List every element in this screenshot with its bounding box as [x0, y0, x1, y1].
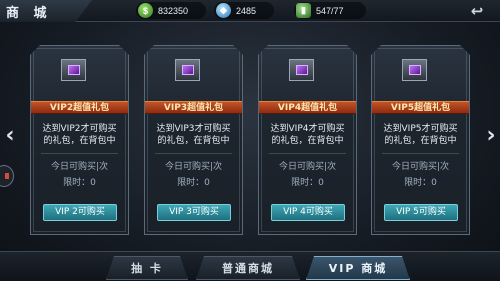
tab-vip-shop[interactable]: VIP 商城	[306, 256, 410, 280]
divider	[382, 153, 459, 154]
pack-description: 达到VIP5才可购买 的礼包，在背包中	[383, 124, 458, 146]
pack-title: VIP2超值礼包	[31, 101, 128, 114]
vip-pack-card: VIP5超值礼包 达到VIP5才可购买 的礼包，在背包中 今日可购买|次 限时：…	[371, 45, 470, 235]
buy-button[interactable]: VIP 5可购买	[384, 204, 458, 221]
pack-description: 达到VIP3才可购买 的礼包，在背包中	[156, 124, 231, 146]
daily-purchase-count: 今日可购买|次	[391, 162, 450, 172]
pack-title: VIP3超值礼包	[145, 101, 242, 114]
pack-description: 达到VIP4才可购买 的礼包，在背包中	[270, 124, 345, 146]
notification-mark-icon	[5, 173, 9, 179]
tab-normal-shop[interactable]: 普通商城	[196, 256, 300, 280]
time-limit: 限时：0	[63, 178, 96, 188]
gift-box-icon	[175, 59, 200, 81]
daily-purchase-count: 今日可购买|次	[278, 162, 337, 172]
pack-description: 达到VIP2才可购买 的礼包，在背包中	[42, 124, 117, 146]
divider	[269, 153, 346, 154]
time-limit: 限时：0	[291, 178, 324, 188]
gift-box-icon	[61, 59, 86, 81]
pack-title: VIP5超值礼包	[372, 101, 469, 114]
pack-title: VIP4超值礼包	[259, 101, 356, 114]
time-limit: 限时：0	[404, 178, 437, 188]
chevron-right-icon[interactable]: ›	[484, 122, 498, 150]
buy-button[interactable]: VIP 2可购买	[43, 204, 117, 221]
gift-box-icon	[402, 59, 427, 81]
vip-pack-list: VIP2超值礼包 达到VIP2才可购买 的礼包，在背包中 今日可购买|次 限时：…	[0, 0, 500, 281]
time-limit: 限时：0	[177, 178, 210, 188]
buy-button[interactable]: VIP 3可购买	[157, 204, 231, 221]
divider	[155, 153, 232, 154]
divider	[41, 153, 118, 154]
vip-pack-card: VIP2超值礼包 达到VIP2才可购买 的礼包，在背包中 今日可购买|次 限时：…	[30, 45, 129, 235]
buy-button[interactable]: VIP 4可购买	[271, 204, 345, 221]
tab-draw-card[interactable]: 抽 卡	[106, 256, 188, 280]
chevron-left-icon[interactable]: ‹	[3, 122, 17, 150]
shop-tabs: 抽 卡 普通商城 VIP 商城	[0, 251, 500, 281]
daily-purchase-count: 今日可购买|次	[50, 162, 109, 172]
daily-purchase-count: 今日可购买|次	[164, 162, 223, 172]
vip-pack-card: VIP3超值礼包 达到VIP3才可购买 的礼包，在背包中 今日可购买|次 限时：…	[144, 45, 243, 235]
gift-box-icon	[289, 59, 314, 81]
vip-pack-card: VIP4超值礼包 达到VIP4才可购买 的礼包，在背包中 今日可购买|次 限时：…	[258, 45, 357, 235]
